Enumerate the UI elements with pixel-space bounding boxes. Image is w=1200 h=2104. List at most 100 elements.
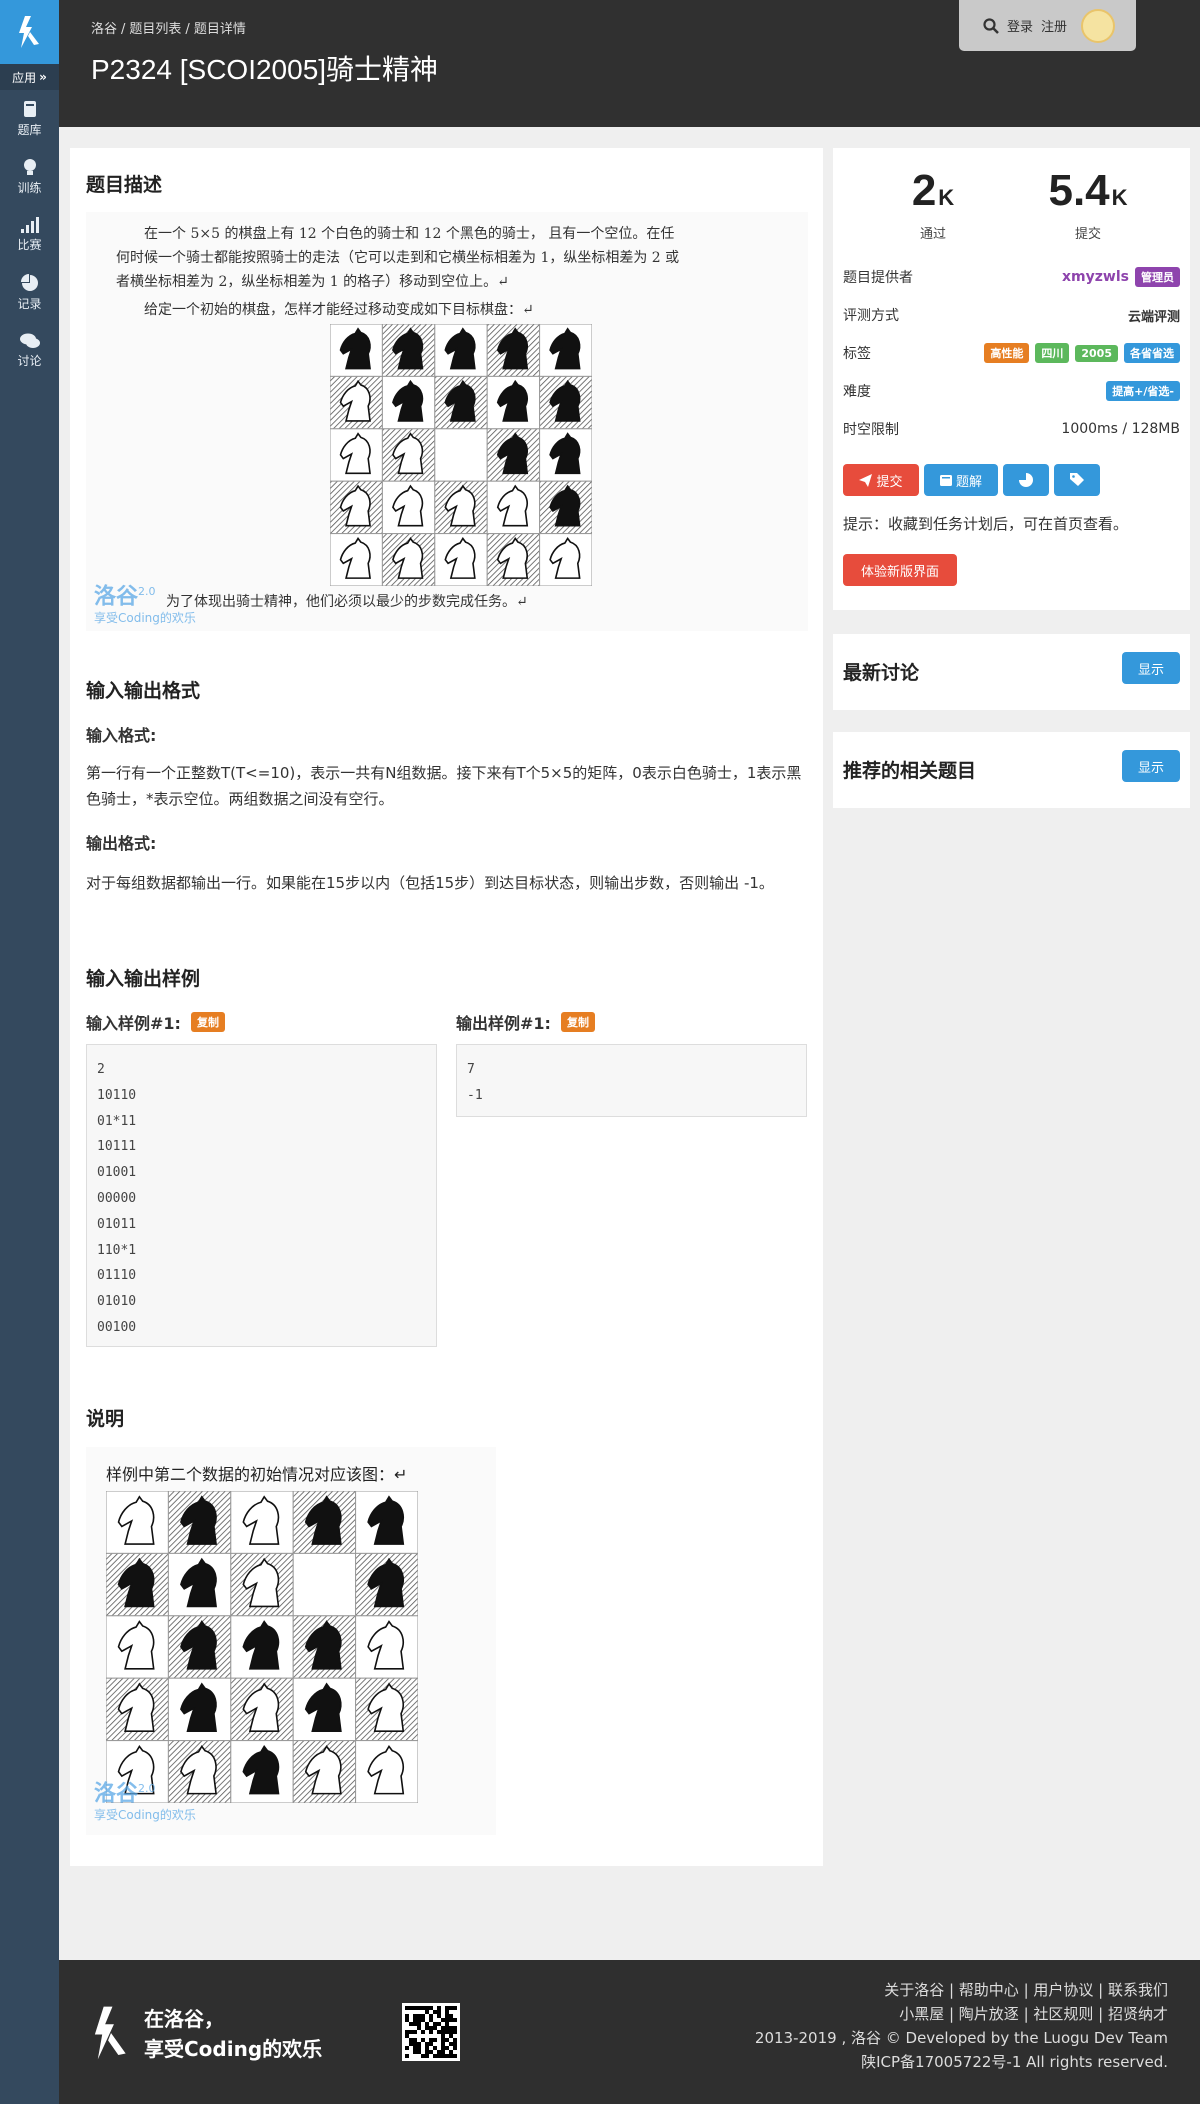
related-problems-card: 推荐的相关题目 显示 xyxy=(833,732,1190,808)
footer-links-line[interactable]: 小黑屋 | 陶片放逐 | 社区规则 | 招贤纳才 xyxy=(755,2002,1168,2026)
qr-module xyxy=(445,2046,449,2050)
qr-module xyxy=(413,2022,417,2026)
pie-chart-icon xyxy=(1019,473,1033,487)
breadcrumb: 洛谷 / 题目列表 / 题目详情 xyxy=(91,22,246,37)
qr-module xyxy=(441,2054,445,2058)
tag-badge[interactable]: 四川 xyxy=(1035,343,1070,363)
apps-toggle[interactable]: 应用 » xyxy=(0,64,59,90)
qr-module xyxy=(441,2018,445,2022)
sample-input-box[interactable]: 2 10110 01*11 10111 01001 00000 01011 11… xyxy=(86,1044,437,1347)
qr-module xyxy=(405,2030,409,2034)
latest-discussion-card: 最新讨论 显示 xyxy=(833,634,1190,710)
code-line: 2 xyxy=(97,1062,105,1077)
tags-label: 标签 xyxy=(843,346,871,362)
board-cell xyxy=(292,1552,357,1617)
input-format-text: 第一行有一个正整数T(T<=10)，表示一共有N组数据。接下来有T个5×5的矩阵… xyxy=(86,764,802,808)
stats-button[interactable] xyxy=(1003,464,1049,496)
luogu-watermark: 洛谷2.0 享受Coding的欢乐 xyxy=(94,1777,196,1823)
qr-module xyxy=(413,2038,417,2042)
qr-module xyxy=(437,2010,441,2014)
difficulty-badge[interactable]: 提高+/省选- xyxy=(1106,381,1180,401)
passed-count: 2 xyxy=(911,166,937,215)
login-link[interactable]: 登录 xyxy=(1007,16,1033,35)
sidebar-item-contests[interactable]: 比赛 xyxy=(0,206,59,264)
qr-module xyxy=(449,2034,453,2038)
lightbulb-icon xyxy=(23,159,36,175)
tag-badge[interactable]: 各省省选 xyxy=(1124,343,1180,363)
copy-input-button[interactable]: 复制 xyxy=(190,1012,225,1032)
new-ui-button[interactable]: 体验新版界面 xyxy=(843,554,957,586)
input-format-label: 输入格式: xyxy=(86,726,157,745)
tag-badge[interactable]: 高性能 xyxy=(984,343,1030,363)
search-icon[interactable] xyxy=(983,17,999,34)
passed-label: 通过 xyxy=(919,227,946,242)
qr-module xyxy=(425,2046,429,2050)
judge-value: 云端评测 xyxy=(1127,309,1180,325)
copy-output-button[interactable]: 复制 xyxy=(560,1012,595,1032)
qr-module xyxy=(453,2042,457,2046)
passed-unit: K xyxy=(938,185,955,210)
footer-slogan-line: 享受Coding的欢乐 xyxy=(144,2037,323,2061)
qr-module xyxy=(449,2030,453,2034)
desc-image-line: 在一个 5×5 的棋盘上有 12 个白色的骑士和 12 个黑色的骑士， 且有一个… xyxy=(144,226,675,242)
qr-module xyxy=(417,2006,421,2010)
difficulty-label: 难度 xyxy=(843,384,871,400)
qr-module xyxy=(425,2006,429,2010)
limit-value: 1000ms / 128MB xyxy=(1061,421,1180,437)
code-line: 00000 xyxy=(97,1190,137,1206)
qr-module xyxy=(441,2038,445,2042)
tag-badge[interactable]: 2005 xyxy=(1075,344,1118,362)
provider-name[interactable]: xmyzwls xyxy=(1062,269,1129,285)
code-line: 01001 xyxy=(97,1165,137,1181)
footer-links-line[interactable]: 关于洛谷 | 帮助中心 | 用户协议 | 联系我们 xyxy=(755,1978,1168,2002)
avatar[interactable] xyxy=(1081,8,1116,43)
qr-module xyxy=(453,2054,457,2058)
luogu-watermark: 洛谷2.0 享受Coding的欢乐 xyxy=(94,580,196,626)
paper-plane-icon xyxy=(859,473,873,487)
qr-module xyxy=(425,2010,429,2014)
sidebar-item-training[interactable]: 训练 xyxy=(0,148,59,206)
luogu-logo-icon xyxy=(18,16,39,48)
show-related-button[interactable]: 显示 xyxy=(1122,750,1180,782)
judge-row: 评测方式 云端评测 xyxy=(843,300,1180,330)
qr-module xyxy=(441,2046,445,2050)
sidebar-item-discuss[interactable]: 讨论 xyxy=(0,322,59,380)
qr-module xyxy=(417,2026,421,2030)
qr-module xyxy=(429,2042,433,2046)
breadcrumb-problem-list[interactable]: 题目列表 xyxy=(129,22,181,37)
qr-module xyxy=(425,2022,429,2026)
code-line: 10110 xyxy=(97,1087,137,1103)
user-box: 登录 注册 xyxy=(959,0,1136,51)
sidebar-item-problems[interactable]: 题库 xyxy=(0,90,59,148)
footer-icp[interactable]: 陕ICP备17005722号-1 All rights reserved. xyxy=(755,2050,1168,2074)
sample-output-box[interactable]: 7 -1 xyxy=(456,1044,807,1117)
qr-module xyxy=(441,2042,445,2046)
limit-row: 时空限制 1000ms / 128MB xyxy=(843,414,1180,444)
qr-code-image xyxy=(405,2006,457,2058)
pie-chart-icon xyxy=(20,274,38,291)
comments-icon xyxy=(19,333,40,348)
qr-module xyxy=(445,2010,449,2014)
register-link[interactable]: 注册 xyxy=(1041,16,1067,35)
qr-module xyxy=(453,2030,457,2034)
qr-module xyxy=(405,2006,409,2010)
qr-module xyxy=(429,2014,433,2018)
board-cell xyxy=(434,428,488,482)
sample-input-label: 输入样例#1: 复制 xyxy=(86,1010,225,1034)
qr-module xyxy=(429,2050,433,2054)
qr-module xyxy=(453,2026,457,2030)
output-format-label: 输出格式: xyxy=(86,834,157,853)
watermark-logo: 洛谷 xyxy=(94,1781,139,1807)
qr-module xyxy=(425,2026,429,2030)
submit-button[interactable]: 提交 xyxy=(843,464,919,496)
qr-module xyxy=(413,2042,417,2046)
tags-button[interactable] xyxy=(1054,464,1100,496)
qr-module xyxy=(453,2046,457,2050)
sidebar-item-records[interactable]: 记录 xyxy=(0,264,59,322)
footer-slogan: 在洛谷， 享受Coding的欢乐 xyxy=(144,2004,322,2064)
breadcrumb-home[interactable]: 洛谷 xyxy=(91,22,117,37)
qr-module xyxy=(437,2006,441,2010)
show-discussion-button[interactable]: 显示 xyxy=(1122,652,1180,684)
luogu-logo[interactable] xyxy=(0,0,59,64)
solution-button[interactable]: 题解 xyxy=(924,464,998,496)
